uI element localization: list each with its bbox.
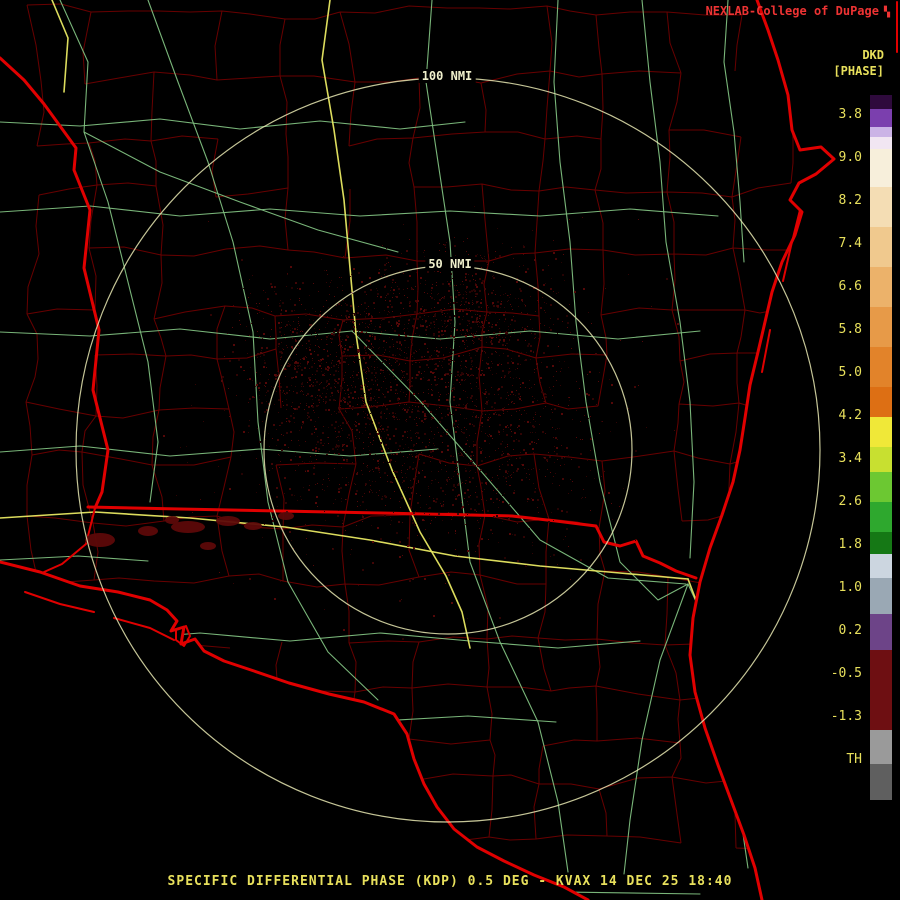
color-scale-segment: [870, 149, 892, 187]
color-scale-label: 2.6: [838, 494, 862, 509]
color-scale-label: TH: [846, 752, 862, 767]
color-scale-label: 6.6: [838, 279, 862, 294]
color-scale-segment: [870, 730, 892, 764]
color-scale-label: 5.8: [838, 322, 862, 337]
color-scale-label: 4.2: [838, 408, 862, 423]
range-ring-outer-label: 100 NMI: [418, 69, 476, 83]
color-scale-segment: [870, 267, 892, 307]
color-scale-segment: [870, 417, 892, 447]
color-scale-segment: [870, 502, 892, 532]
color-scale-label: 5.0: [838, 365, 862, 380]
color-scale-segment: [870, 447, 892, 472]
color-scale-label: 3.4: [838, 451, 862, 466]
color-scale-label: 1.0: [838, 580, 862, 595]
color-scale-segment: [870, 347, 892, 387]
color-scale-bar: [870, 95, 892, 800]
color-scale-segment: [870, 307, 892, 347]
color-scale-segment: [870, 387, 892, 417]
color-scale-segment: [870, 127, 892, 137]
color-scale-segment: [870, 109, 892, 127]
nexlab-logo-icon: ▚: [883, 7, 890, 18]
color-scale-label: 7.4: [838, 236, 862, 251]
color-scale-segment: [870, 554, 892, 578]
color-scale-segment: [870, 764, 892, 800]
ocean: [0, 0, 900, 900]
color-scale-labels: 3.8 9.0 8.2 7.4 6.6 5.8 5.0 4.2 3.4 2.6 1.8 1.0 0.2 -…: [816, 0, 862, 900]
color-scale-segment: [870, 137, 892, 149]
brand-text: NEXLAB-College of DuPage ▚: [706, 4, 890, 18]
color-scale-label: -0.5: [830, 666, 862, 681]
color-scale-label: 1.8: [838, 537, 862, 552]
color-scale-segment: [870, 532, 892, 554]
color-scale-segment: [870, 227, 892, 267]
highways: [0, 0, 717, 683]
color-scale-label: 8.2: [838, 193, 862, 208]
color-scale-segment: [870, 187, 892, 227]
color-scale-segment: [870, 578, 892, 614]
product-code: DKD: [862, 48, 884, 62]
color-scale-label: 0.2: [838, 623, 862, 638]
color-scale-label: 3.8: [838, 107, 862, 122]
color-scale-segment: [870, 95, 892, 109]
range-ring-inner-label: 50 NMI: [425, 257, 475, 271]
color-scale-label: 9.0: [838, 150, 862, 165]
radar-map: [0, 0, 900, 900]
radar-display: NEXLAB-College of DuPage ▚ DKD [PHASE] 10…: [0, 0, 900, 900]
color-scale-segment: [870, 650, 892, 730]
color-scale-label: -1.3: [830, 709, 862, 724]
color-scale-segment: [870, 614, 892, 650]
color-scale-segment: [870, 472, 892, 502]
bottom-caption: SPECIFIC DIFFERENTIAL PHASE (KDP) 0.5 DE…: [167, 874, 733, 889]
